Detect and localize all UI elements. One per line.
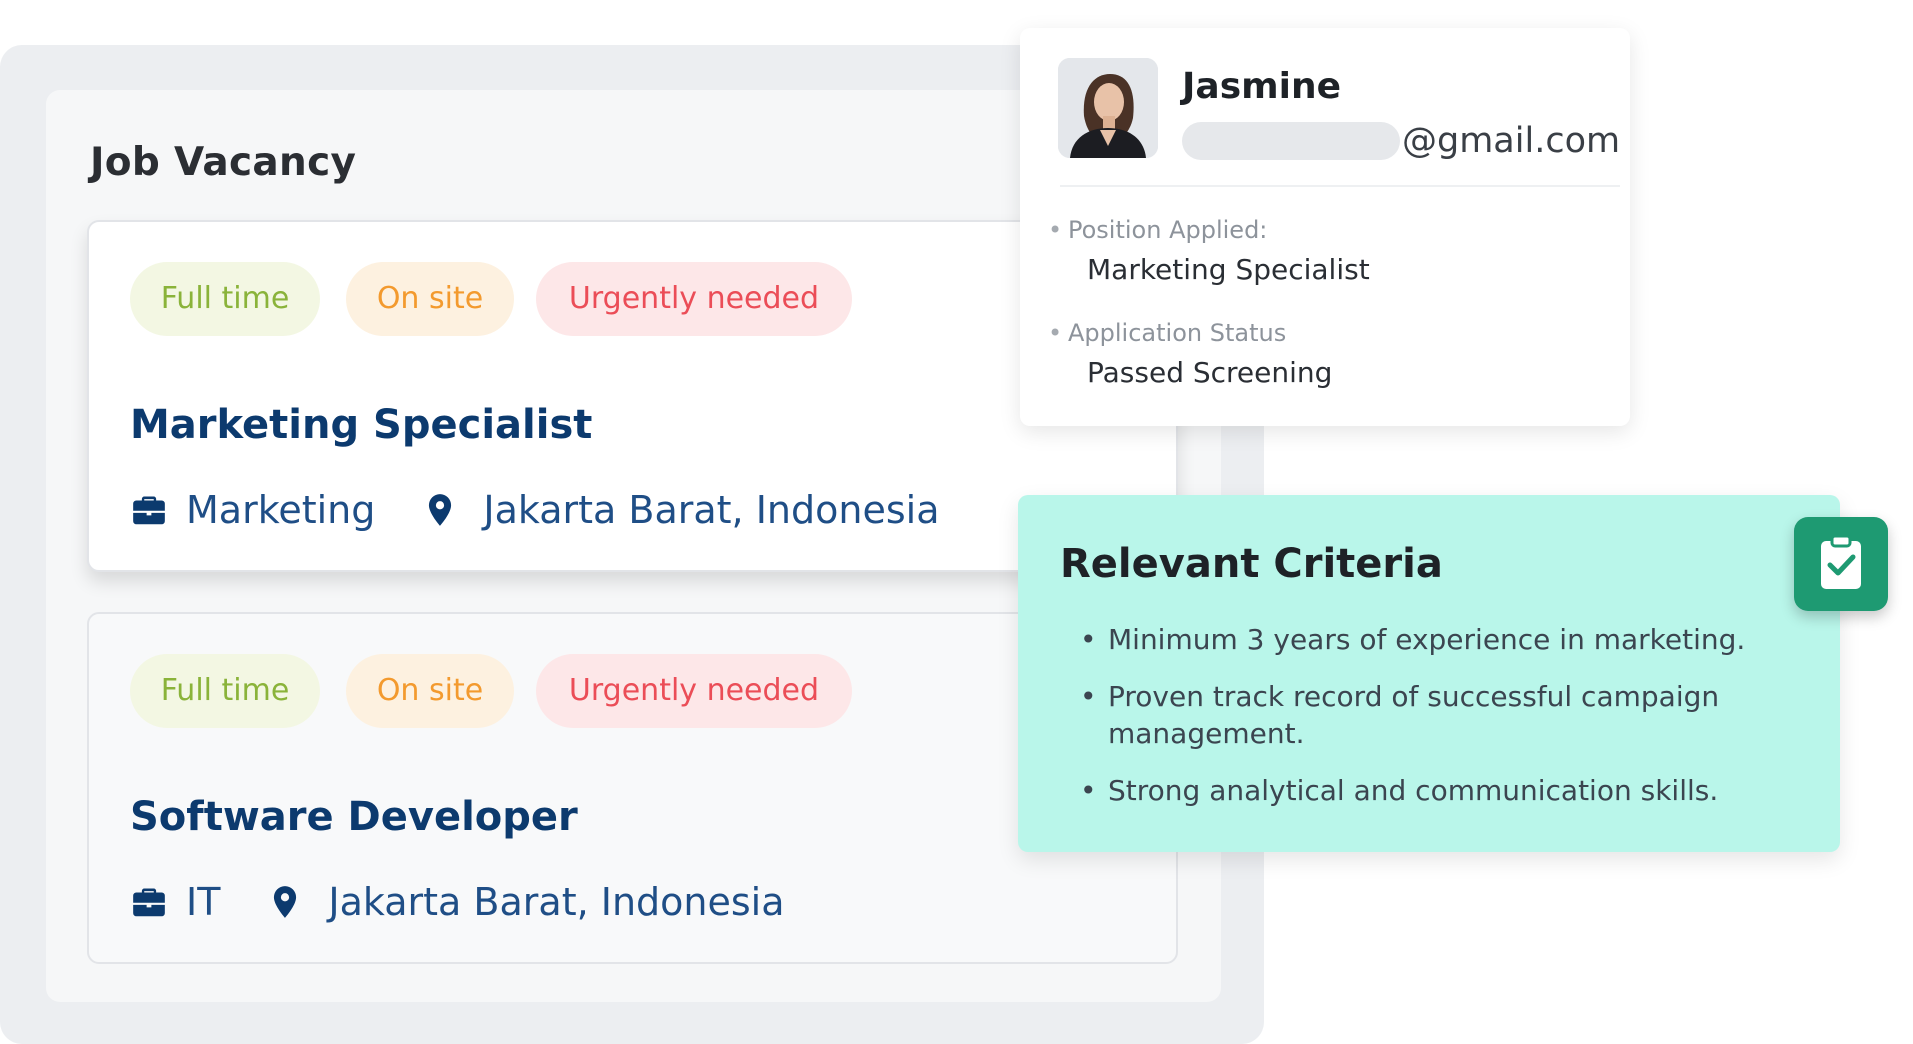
position-applied-value: Marketing Specialist	[1087, 253, 1370, 286]
job-title[interactable]: Software Developer	[130, 794, 578, 840]
job-department: IT	[186, 880, 221, 924]
job-location: Jakarta Barat, Indonesia	[483, 488, 940, 532]
tag-on-site: On site	[346, 654, 514, 728]
candidate-avatar	[1058, 58, 1158, 158]
location-pin-icon	[266, 883, 304, 921]
job-department: Marketing	[186, 488, 376, 532]
divider	[1060, 185, 1620, 187]
job-card-software-developer[interactable]: Full time On site Urgently needed Softwa…	[87, 612, 1178, 964]
criteria-item: Proven track record of successful campai…	[1080, 678, 1800, 752]
criteria-title: Relevant Criteria	[1060, 541, 1443, 587]
job-title[interactable]: Marketing Specialist	[130, 402, 592, 448]
stage: Job Vacancy Full time On site Urgently n…	[0, 0, 1913, 1044]
application-status-label: Application Status	[1048, 319, 1286, 347]
criteria-item: Strong analytical and communication skil…	[1080, 772, 1800, 809]
tag-on-site: On site	[346, 262, 514, 336]
briefcase-icon	[130, 491, 168, 529]
job-meta: Marketing Jakarta Barat, Indonesia	[130, 482, 939, 538]
job-meta: IT Jakarta Barat, Indonesia	[130, 874, 785, 930]
location-pin-icon	[421, 491, 459, 529]
candidate-email: @gmail.com	[1182, 116, 1620, 166]
criteria-item: Minimum 3 years of experience in marketi…	[1080, 621, 1800, 658]
candidate-card[interactable]: Jasmine @gmail.com Position Applied: Mar…	[1020, 28, 1630, 426]
job-location: Jakarta Barat, Indonesia	[328, 880, 785, 924]
tag-urgently-needed: Urgently needed	[536, 654, 852, 728]
briefcase-icon	[130, 883, 168, 921]
application-status-value: Passed Screening	[1087, 356, 1333, 389]
tag-urgently-needed: Urgently needed	[536, 262, 852, 336]
clipboard-check-icon	[1794, 517, 1888, 611]
relevant-criteria-card: Relevant Criteria Minimum 3 years of exp…	[1018, 495, 1840, 852]
criteria-list: Minimum 3 years of experience in marketi…	[1080, 621, 1800, 829]
email-domain: @gmail.com	[1402, 121, 1621, 161]
tag-full-time: Full time	[130, 262, 320, 336]
candidate-name: Jasmine	[1182, 66, 1342, 107]
email-redaction	[1182, 122, 1400, 160]
job-card-marketing-specialist[interactable]: Full time On site Urgently needed Market…	[87, 220, 1178, 572]
tag-full-time: Full time	[130, 654, 320, 728]
position-applied-label: Position Applied:	[1048, 216, 1267, 244]
section-title: Job Vacancy	[90, 140, 357, 185]
